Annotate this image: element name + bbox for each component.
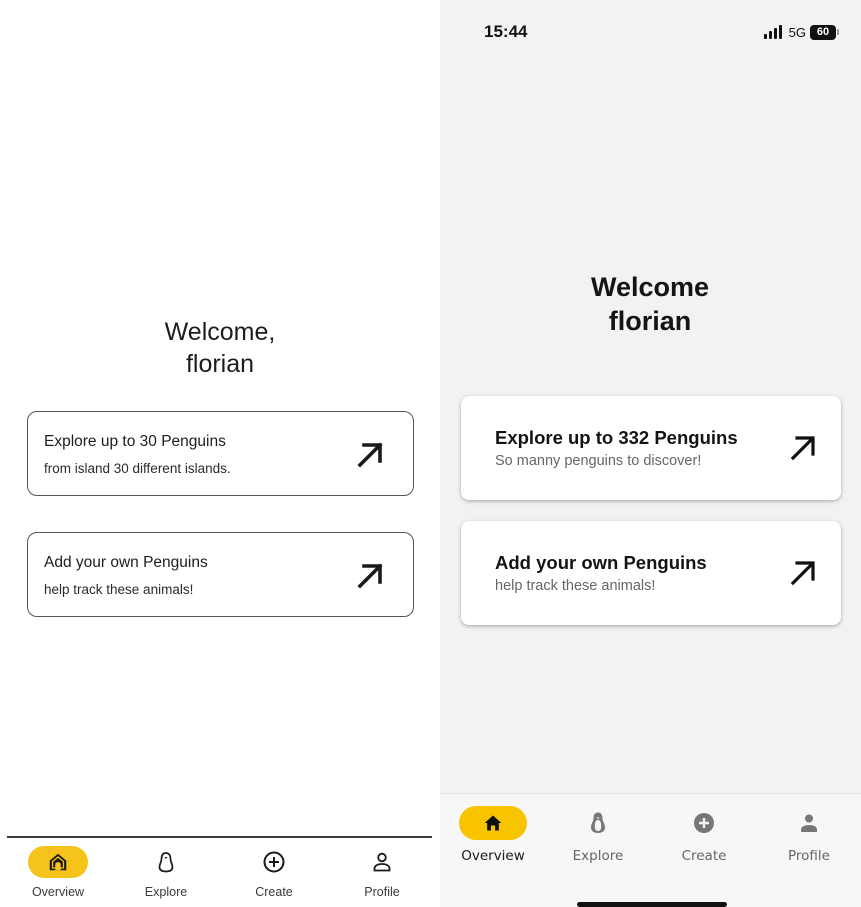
right-app-screen: 15:44 5G 60 Welcome florian Explore up t… xyxy=(440,0,861,907)
arrow-up-right-icon xyxy=(357,442,383,468)
network-type: 5G xyxy=(788,24,806,40)
battery-level: 60 xyxy=(810,24,836,40)
nav-divider xyxy=(7,836,432,838)
card-title: Explore up to 30 Penguins xyxy=(44,433,226,450)
person-icon xyxy=(373,852,391,872)
penguin-icon xyxy=(591,812,605,833)
status-time: 15:44 xyxy=(484,22,528,41)
home-icon xyxy=(49,853,67,871)
add-penguins-card[interactable]: Add your own Penguins help track these a… xyxy=(461,521,841,625)
nav-label: Explore xyxy=(572,848,624,864)
card-title: Add your own Penguins xyxy=(495,552,707,573)
home-icon xyxy=(484,815,502,831)
arrow-up-right-icon xyxy=(357,563,383,589)
penguin-icon xyxy=(158,852,174,873)
welcome-username: florian xyxy=(608,306,692,336)
status-indicators: 5G 60 xyxy=(763,22,839,42)
bottom-navigation: Overview Explore Create Profile xyxy=(0,840,430,907)
battery-icon: 60 xyxy=(810,24,839,40)
active-indicator xyxy=(459,806,527,840)
add-circle-icon xyxy=(263,851,285,873)
nav-item-explore[interactable]: Explore xyxy=(548,806,648,866)
welcome-heading: Welcome florian xyxy=(500,270,800,338)
nav-item-create[interactable]: Create xyxy=(229,840,319,907)
arrow-up-right-icon xyxy=(790,436,815,461)
nav-label: Overview xyxy=(461,848,525,864)
welcome-username: florian xyxy=(185,350,255,378)
nav-item-overview[interactable]: Overview xyxy=(13,840,103,907)
nav-item-overview[interactable]: Overview xyxy=(443,806,543,866)
nav-label: Explore xyxy=(144,885,188,899)
nav-label: Create xyxy=(681,848,727,864)
welcome-line: Welcome xyxy=(590,272,710,302)
active-indicator xyxy=(28,846,88,878)
card-subtitle: help track these animals! xyxy=(495,578,656,594)
nav-label: Profile xyxy=(788,848,830,864)
welcome-line: Welcome, xyxy=(164,318,276,346)
home-indicator[interactable] xyxy=(577,902,727,907)
explore-penguins-card[interactable]: Explore up to 30 Penguins from island 30… xyxy=(27,411,414,496)
nav-item-profile[interactable]: Profile xyxy=(759,806,859,866)
nav-item-profile[interactable]: Profile xyxy=(337,840,427,907)
person-icon xyxy=(801,814,817,832)
card-subtitle: help track these animals! xyxy=(44,582,194,597)
card-title: Explore up to 332 Penguins xyxy=(495,427,738,448)
bottom-navigation: Overview Explore Create Profile xyxy=(440,793,861,907)
nav-label: Profile xyxy=(364,885,400,899)
add-penguins-card[interactable]: Add your own Penguins help track these a… xyxy=(27,532,414,617)
card-subtitle: from island 30 different islands. xyxy=(44,461,231,476)
welcome-heading: Welcome, florian xyxy=(100,316,340,380)
card-title: Add your own Penguins xyxy=(44,554,208,571)
arrow-up-right-icon xyxy=(790,561,815,586)
nav-item-create[interactable]: Create xyxy=(654,806,754,866)
card-subtitle: So manny penguins to discover! xyxy=(495,453,702,469)
nav-label: Create xyxy=(255,885,293,899)
nav-label: Overview xyxy=(31,885,85,899)
explore-penguins-card[interactable]: Explore up to 332 Penguins So manny peng… xyxy=(461,396,841,500)
nav-item-explore[interactable]: Explore xyxy=(121,840,211,907)
add-circle-icon xyxy=(694,813,714,833)
left-app-screen: Welcome, florian Explore up to 30 Pengui… xyxy=(0,0,432,907)
signal-icon xyxy=(763,25,782,39)
